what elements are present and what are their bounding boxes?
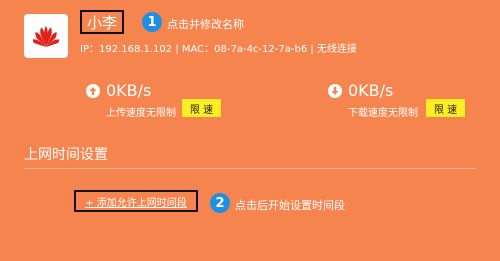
add-time-period-box: + 添加允许上网时间段 [74,190,198,212]
device-detail-panel: 小李 1 点击并修改名称 IP：192.168.1.102 | MAC：08-7… [0,0,500,261]
huawei-logo-icon [32,26,60,47]
step-2-hint: 点击后开始设置时间段 [235,199,345,212]
upload-speed-caption: 上传速度无限制 [106,108,176,119]
arrow-up-circle-icon [86,84,100,98]
arrow-down-circle-icon [328,84,342,98]
section-divider [24,168,476,169]
section-title-schedule: 上网时间设置 [24,147,108,163]
download-speed-caption: 下载速度无限制 [348,108,418,119]
download-limit-button[interactable]: 限 速 [426,99,466,117]
device-info: IP：192.168.1.102 | MAC：08-7a-4c-12-7a-b6… [80,44,357,55]
download-speed-value: 0KB/s [348,81,394,100]
add-time-period-link[interactable]: + 添加允许上网时间段 [85,194,187,209]
step-1-hint: 点击并修改名称 [167,18,244,31]
step-2-badge: 2 [210,193,230,213]
device-name: 小李 [86,13,117,32]
upload-limit-button[interactable]: 限 速 [182,99,222,117]
step-1-badge: 1 [142,12,162,32]
device-name-field[interactable]: 小李 [80,10,124,34]
upload-speed-value: 0KB/s [106,81,152,100]
device-logo [24,14,68,58]
